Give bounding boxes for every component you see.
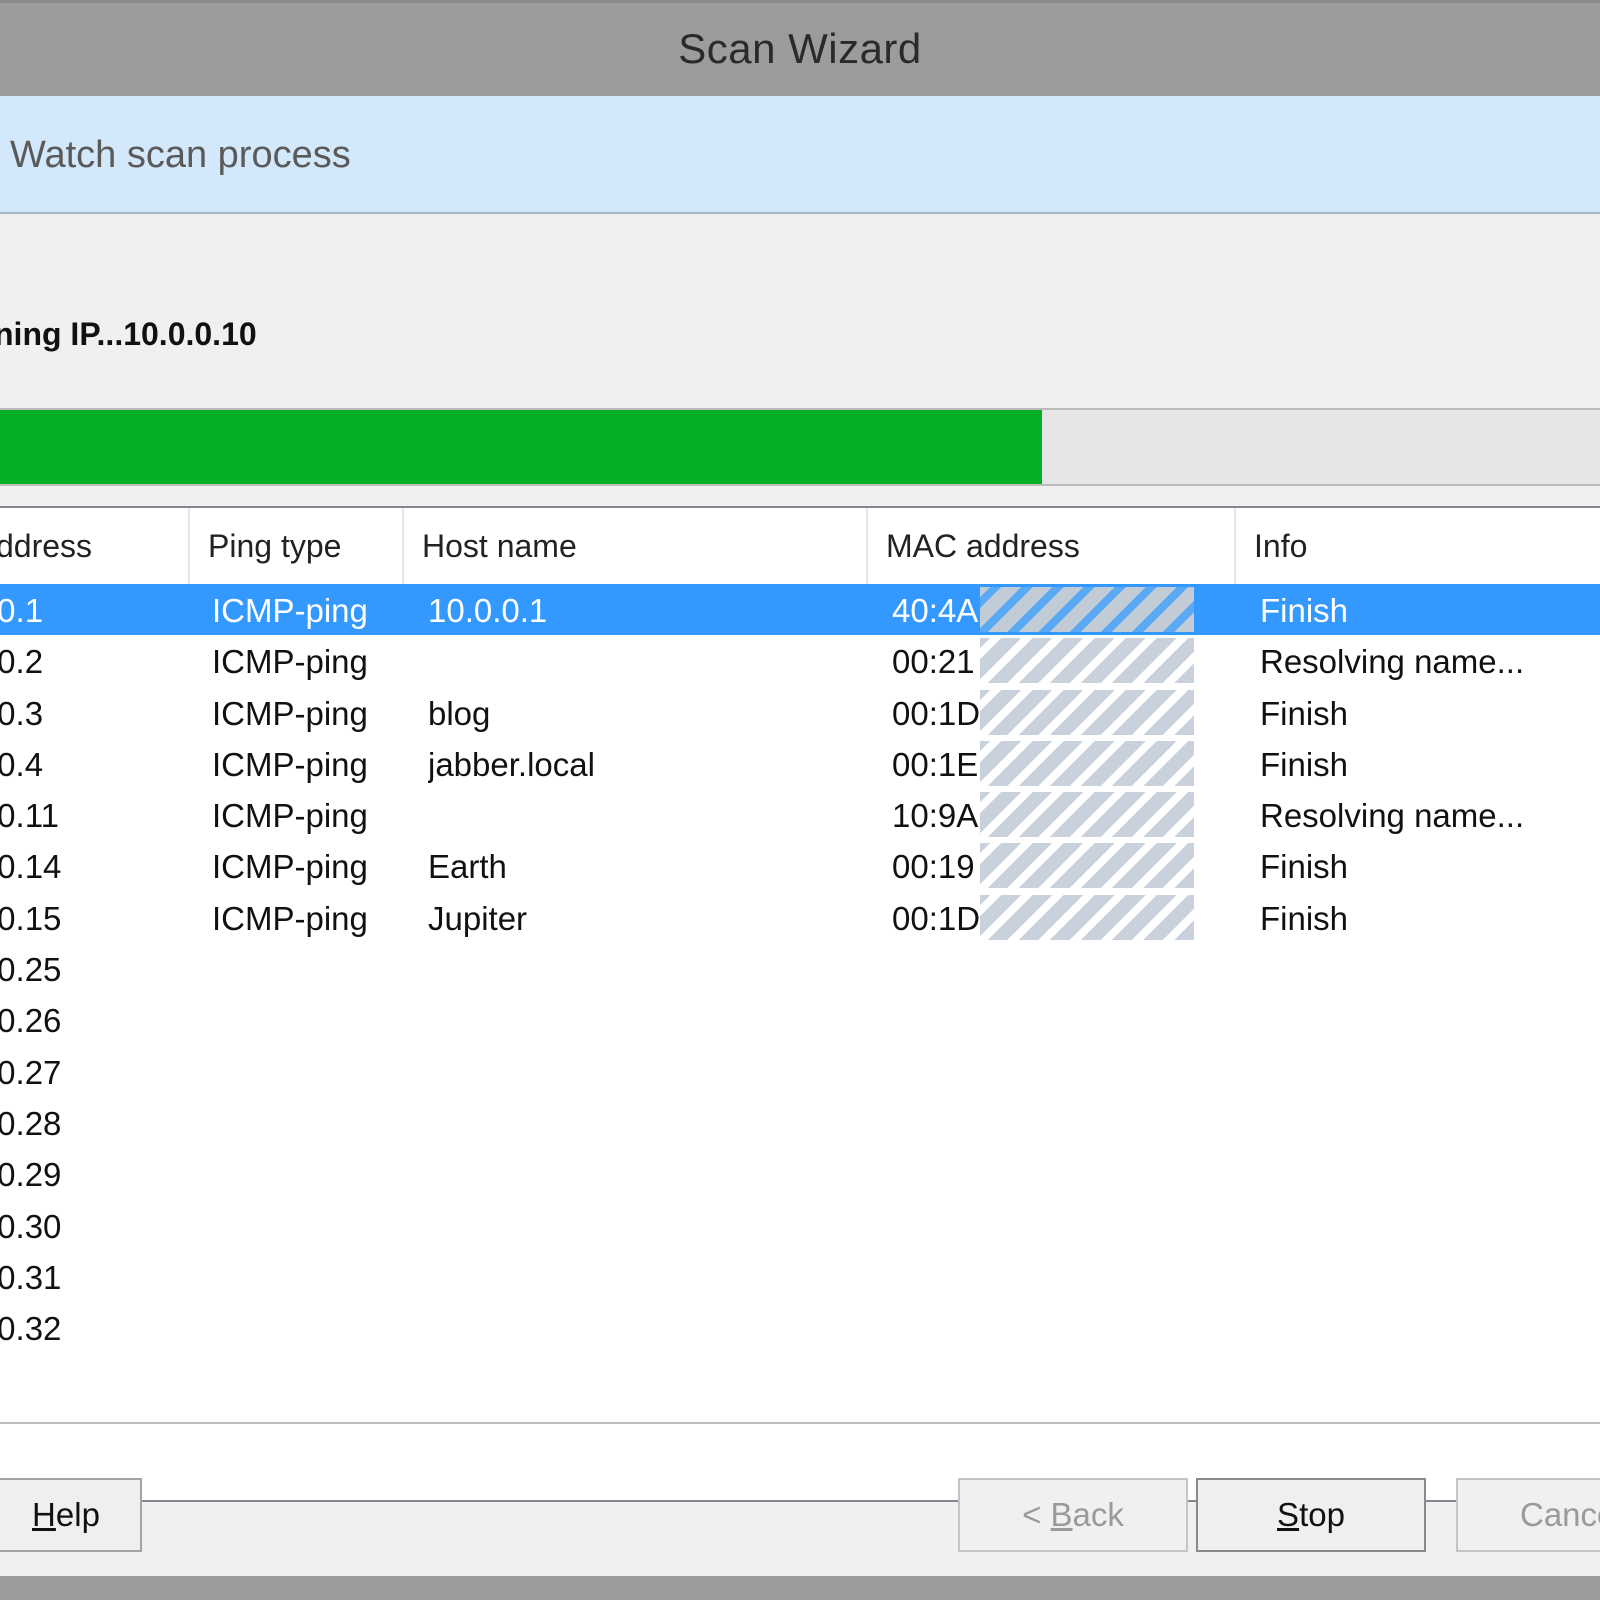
mac-redaction-mask: [980, 587, 1194, 632]
mac-redaction-mask: [980, 740, 1194, 786]
cancel-button[interactable]: Cance: [1456, 1478, 1600, 1552]
table-row[interactable]: .0.26: [0, 994, 1600, 1045]
scan-results-list[interactable]: ddress Ping type Host name MAC address I…: [0, 506, 1600, 1502]
table-row[interactable]: .0.27: [0, 1046, 1600, 1097]
cell-ip-address: .0.30: [0, 1207, 62, 1245]
cell-info: Finish: [1260, 848, 1349, 886]
cell-ip-address: .0.3: [0, 694, 44, 732]
cell-info: Resolving name...: [1260, 643, 1525, 681]
window-title: Scan Wizard: [678, 25, 922, 72]
cell-mac-address: 10:9A: [892, 797, 979, 835]
scan-progress-bar: [0, 408, 1600, 486]
window-bottom-border: [0, 1576, 1600, 1600]
table-row[interactable]: .0.2 ICMP-ping 00:21 Resolving name...: [0, 635, 1600, 686]
cell-ip-address: .0.29: [0, 1156, 62, 1194]
cell-host-name: Jupiter: [428, 899, 528, 937]
cell-ping-type: ICMP-ping: [212, 797, 368, 835]
divider: [0, 1422, 1600, 1424]
back-button[interactable]: < Back: [958, 1478, 1188, 1552]
cell-ping-type: ICMP-ping: [212, 899, 368, 937]
cell-host-name: blog: [428, 694, 491, 732]
table-row[interactable]: .0.1 ICMP-ping 10.0.0.1 40:4A Finish: [0, 584, 1600, 636]
cell-mac-address: 00:21: [892, 643, 975, 681]
cell-host-name: 10.0.0.1: [428, 592, 548, 629]
table-row[interactable]: .0.31: [0, 1251, 1600, 1302]
cell-mac-address: 00:1D: [892, 899, 981, 937]
cell-info: Finish: [1260, 745, 1349, 783]
table-row[interactable]: .0.29: [0, 1148, 1600, 1199]
table-row[interactable]: .0.30: [0, 1200, 1600, 1251]
column-header-info[interactable]: Info: [1236, 508, 1600, 584]
cell-ip-address: .0.28: [0, 1104, 62, 1142]
mac-redaction-mask: [980, 843, 1194, 889]
table-row[interactable]: .0.28: [0, 1097, 1600, 1148]
list-rows: .0.1 ICMP-ping 10.0.0.1 40:4A Finish .0.2 ICMP…: [0, 584, 1600, 1353]
cell-info: Resolving name...: [1260, 797, 1525, 835]
step-title: Watch scan process: [10, 134, 351, 176]
column-header-host-name[interactable]: Host name: [404, 508, 868, 584]
cell-ping-type: ICMP-ping: [212, 592, 368, 629]
stop-button[interactable]: Stop: [1196, 1478, 1426, 1552]
cell-info: Finish: [1260, 592, 1349, 629]
cell-ip-address: .0.31: [0, 1258, 62, 1296]
column-header-mac-address[interactable]: MAC address: [868, 508, 1236, 584]
cell-ip-address: .0.1: [0, 592, 44, 629]
table-row[interactable]: .0.15 ICMP-ping Jupiter 00:1D Finish: [0, 892, 1600, 943]
cell-ping-type: ICMP-ping: [212, 694, 368, 732]
help-button[interactable]: Help: [0, 1478, 142, 1552]
mac-redaction-mask: [980, 792, 1194, 838]
cell-ping-type: ICMP-ping: [212, 848, 368, 886]
cell-ip-address: .0.11: [0, 797, 59, 835]
table-row[interactable]: .0.3 ICMP-ping blog 00:1D Finish: [0, 687, 1600, 738]
cell-host-name: jabber.local: [428, 745, 595, 783]
step-header: Watch scan process: [0, 96, 1600, 214]
cell-ip-address: .0.25: [0, 951, 62, 989]
mac-redaction-mask: [980, 638, 1194, 684]
cell-ip-address: .0.27: [0, 1053, 62, 1091]
cell-mac-address: 00:1D: [892, 694, 981, 732]
table-row[interactable]: .0.25: [0, 943, 1600, 994]
scan-status-text: ning IP...10.0.0.10: [0, 316, 257, 352]
cell-mac-address: 00:19: [892, 848, 975, 886]
mac-redaction-mask: [980, 894, 1194, 940]
list-header: ddress Ping type Host name MAC address I…: [0, 508, 1600, 585]
table-row[interactable]: .0.14 ICMP-ping Earth 00:19 Finish: [0, 840, 1600, 891]
cell-ip-address: .0.14: [0, 848, 62, 886]
cell-ping-type: ICMP-ping: [212, 643, 368, 681]
cell-host-name: Earth: [428, 848, 507, 886]
table-row[interactable]: .0.11 ICMP-ping 10:9A Resolving name...: [0, 789, 1600, 840]
cell-mac-address: 00:1E: [892, 745, 979, 783]
window-titlebar: Scan Wizard: [0, 0, 1600, 96]
cell-ping-type: ICMP-ping: [212, 745, 368, 783]
cell-ip-address: .0.15: [0, 899, 62, 937]
cell-ip-address: .0.26: [0, 1002, 62, 1040]
table-row[interactable]: .0.32: [0, 1302, 1600, 1353]
cell-ip-address: .0.2: [0, 643, 44, 681]
cell-ip-address: .0.4: [0, 745, 44, 783]
table-row[interactable]: .0.4 ICMP-ping jabber.local 00:1E Finish: [0, 738, 1600, 789]
cell-info: Finish: [1260, 694, 1349, 732]
column-header-ip-address[interactable]: ddress: [0, 508, 190, 584]
cell-mac-address: 40:4A: [892, 592, 979, 629]
progress-fill: [0, 410, 1042, 484]
scan-wizard-dialog: Watch scan process ning IP...10.0.0.10 d…: [0, 96, 1600, 1576]
column-header-ping-type[interactable]: Ping type: [190, 508, 404, 584]
cell-ip-address: .0.32: [0, 1310, 62, 1348]
mac-redaction-mask: [980, 689, 1194, 735]
cell-info: Finish: [1260, 899, 1349, 937]
